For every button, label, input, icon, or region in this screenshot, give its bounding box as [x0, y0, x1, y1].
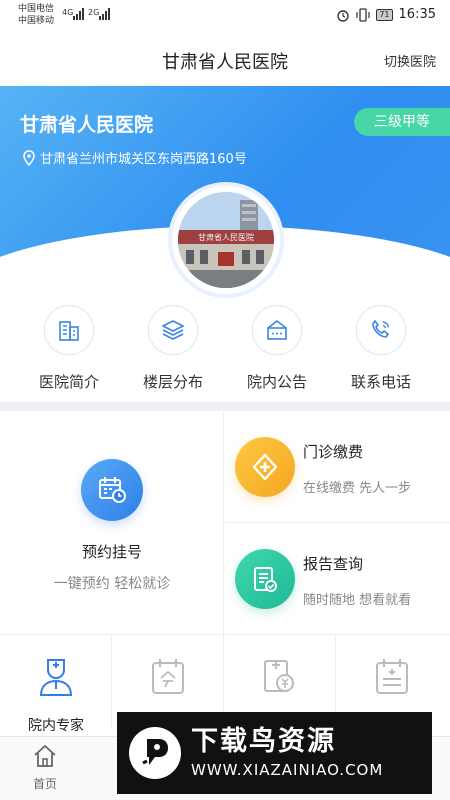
bird-logo-icon [142, 739, 168, 765]
quick-item-circle [356, 305, 406, 355]
quick-item-label: 院内公告 [246, 373, 307, 391]
plus-icon [252, 453, 278, 481]
report-card[interactable]: 报告查询 随时随地 想看就看 [225, 523, 450, 635]
yuan-document-icon [264, 660, 294, 692]
layers-icon [162, 320, 184, 340]
booking-subtitle: 一键预约 轻松就诊 [53, 576, 171, 592]
hospital-photo: 甘肃省人民医院 [178, 192, 274, 288]
tab-label: 首页 [32, 777, 57, 791]
page-title: 甘肃省人民医院 [162, 52, 288, 73]
navbar: 甘肃省人民医院 切换医院 [0, 34, 450, 86]
booking-card[interactable]: 预约挂号 一键预约 轻松就诊 [0, 411, 224, 635]
location-pin-icon [23, 149, 35, 166]
alarm-icon [337, 9, 350, 22]
address-text: 甘肃省兰州市城关区东岗西路160号 [40, 152, 247, 167]
report-icon [254, 567, 277, 592]
quick-item-label: 楼层分布 [142, 373, 203, 391]
switch-hospital-button[interactable]: 切换医院 [384, 51, 436, 70]
quick-item-label: 医院简介 [38, 373, 99, 391]
today-calendar-icon [152, 659, 184, 694]
quick-item-label: 联系电话 [350, 373, 411, 391]
expert-card[interactable]: 院内专家 [0, 635, 112, 734]
hospital-level-badge: 三级甲等 [354, 108, 450, 136]
service-grid: 预约挂号 一键预约 轻松就诊 门诊缴费 在线缴费 先人一步 报告查询 随时随地 … [0, 411, 450, 734]
home-icon [34, 745, 56, 767]
watermark: 下载鸟资源 WWW.XIAZAINIAO.COM [117, 712, 432, 794]
signal-icon-2 [99, 8, 110, 20]
quick-item-circle [44, 305, 94, 355]
watermark-text: 下载鸟资源 WWW.XIAZAINIAO.COM [191, 725, 383, 781]
report-icon-circle [235, 549, 295, 609]
network-1-label: 4G [62, 8, 74, 17]
carrier-1: 中国电信 [18, 4, 55, 14]
vibrate-icon [356, 7, 370, 22]
payment-subtitle: 在线缴费 先人一步 [303, 481, 412, 496]
carrier-info: 中国电信 中国移动 [18, 3, 54, 27]
building-icon [59, 321, 79, 341]
quick-item-circle [252, 305, 302, 355]
status-right: 71 16:35 [336, 7, 436, 22]
section-divider [0, 402, 450, 411]
booking-icon-circle [81, 459, 143, 521]
calendar-clock-icon [99, 477, 126, 503]
quick-item-notice[interactable]: 院内公告 [227, 305, 327, 392]
quick-item-circle [148, 305, 198, 355]
hospital-name: 甘肃省人民医院 [20, 114, 154, 136]
network-2-label: 2G [88, 8, 100, 17]
quick-menu: 医院简介 楼层分布 院内公告 联系电话 [0, 300, 450, 400]
watermark-logo [129, 727, 181, 779]
watermark-url: WWW.XIAZAINIAO.COM [191, 761, 384, 779]
report-title: 报告查询 [303, 555, 364, 573]
doctor-icon [39, 659, 73, 696]
hospital-building-image: 甘肃省人民医院 [178, 192, 274, 288]
quick-item-phone[interactable]: 联系电话 [331, 305, 431, 392]
booking-title: 预约挂号 [81, 543, 142, 561]
expert-label: 院内专家 [28, 718, 84, 734]
payment-card[interactable]: 门诊缴费 在线缴费 先人一步 [225, 411, 450, 523]
hospital-address[interactable]: 甘肃省兰州市城关区东岗西路160号 [22, 148, 247, 167]
signal-icon [73, 8, 84, 20]
report-subtitle: 随时随地 想看就看 [303, 593, 412, 608]
tab-home[interactable]: 首页 [0, 743, 90, 792]
payment-icon-circle [235, 437, 295, 497]
quick-item-floors[interactable]: 楼层分布 [123, 305, 223, 392]
medical-calendar-icon [376, 659, 408, 694]
watermark-title: 下载鸟资源 [191, 726, 336, 757]
battery-icon: 71 [376, 8, 393, 21]
quick-item-intro[interactable]: 医院简介 [19, 305, 119, 392]
notice-icon [267, 320, 287, 340]
status-bar: 中国电信 中国移动 4G 2G 71 16:35 [0, 0, 450, 34]
phone-icon [372, 320, 390, 338]
photo-sign-text: 甘肃省人民医院 [198, 232, 254, 242]
carrier-2: 中国移动 [18, 16, 55, 26]
clock: 16:35 [398, 7, 436, 22]
payment-title: 门诊缴费 [303, 443, 364, 461]
